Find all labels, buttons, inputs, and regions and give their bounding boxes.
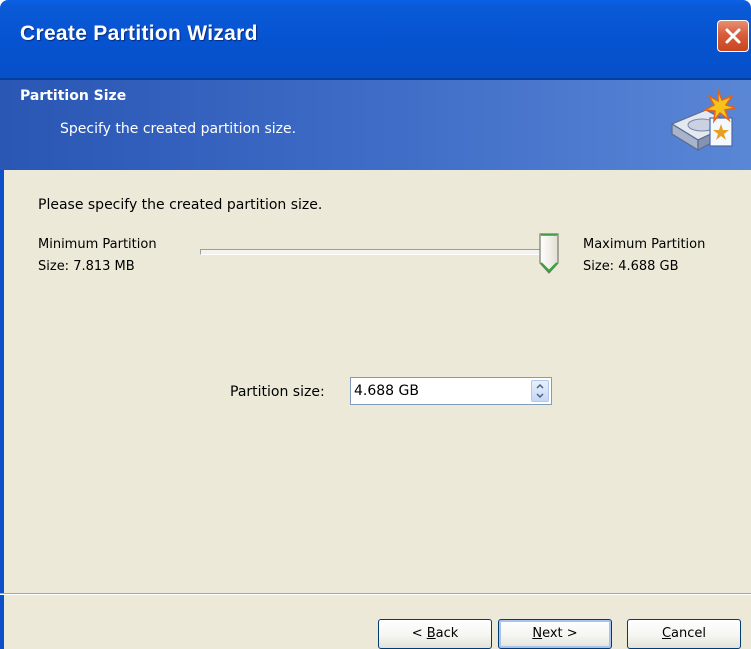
page-title: Partition Size <box>20 88 127 104</box>
close-button[interactable] <box>717 20 749 52</box>
partition-size-field[interactable] <box>350 377 552 405</box>
back-button-accel: B <box>426 626 436 641</box>
back-button-prefix: < <box>411 626 427 641</box>
stepper-up-button[interactable] <box>532 381 548 391</box>
window-border <box>0 170 4 649</box>
minimum-size-label-line1: Minimum Partition <box>38 237 157 252</box>
close-icon <box>725 28 741 44</box>
partition-size-slider-thumb[interactable] <box>537 232 561 276</box>
partition-size-input[interactable] <box>354 381 524 401</box>
back-button-label: ack <box>435 626 459 641</box>
minimum-size-label-line2: Size: 7.813 MB <box>38 259 135 274</box>
wizard-body: Please specify the created partition siz… <box>0 170 751 649</box>
wizard-header: Partition Size Specify the created parti… <box>0 80 751 170</box>
window-title: Create Partition Wizard <box>20 22 258 45</box>
instruction-text: Please specify the created partition siz… <box>38 197 323 213</box>
chevron-down-icon <box>536 393 544 399</box>
chevron-up-icon <box>536 383 544 389</box>
maximum-size-label-line1: Maximum Partition <box>583 237 706 252</box>
next-button[interactable]: Next > <box>498 619 612 649</box>
partition-size-stepper[interactable] <box>531 380 549 402</box>
title-bar[interactable]: Create Partition Wizard <box>0 0 751 80</box>
disk-wizard-icon <box>670 89 737 152</box>
maximum-size-label-line2: Size: 4.688 GB <box>583 259 679 274</box>
button-separator <box>0 593 751 595</box>
create-partition-wizard-window: Create Partition Wizard Partition Size S… <box>0 0 751 649</box>
cancel-button-accel: C <box>661 626 672 641</box>
next-button-accel: N <box>532 626 543 641</box>
cancel-button-label: ancel <box>671 626 707 641</box>
minimum-size-label: Minimum Partition Size: 7.813 MB <box>38 234 157 278</box>
cancel-button[interactable]: Cancel <box>627 619 741 649</box>
next-button-label: ext > <box>542 626 578 641</box>
page-subtitle: Specify the created partition size. <box>60 121 297 137</box>
partition-size-slider-track[interactable] <box>200 249 553 255</box>
partition-size-label: Partition size: <box>230 384 325 400</box>
maximum-size-label: Maximum Partition Size: 4.688 GB <box>583 234 705 278</box>
back-button[interactable]: < Back <box>378 619 492 649</box>
stepper-down-button[interactable] <box>532 391 548 401</box>
